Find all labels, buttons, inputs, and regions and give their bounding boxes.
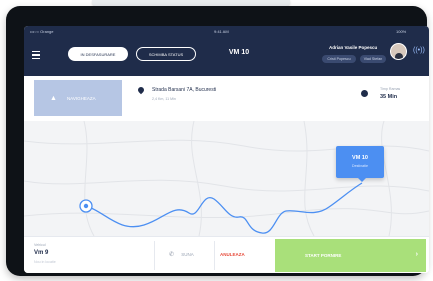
- call-button[interactable]: ✆ SUNA: [169, 251, 194, 258]
- header-bar: •••○○ Orange 9:41 AM 100% IN DESFASURARE…: [24, 26, 429, 76]
- location-pin-icon: [136, 85, 146, 95]
- distance-text: 2,4 Km, 11 Min: [152, 97, 176, 101]
- status-bar: •••○○ Orange 9:41 AM 100%: [24, 26, 429, 36]
- navigate-button[interactable]: ▲ NAVIGHEAZA: [34, 80, 122, 116]
- tablet-device: •••○○ Orange 9:41 AM 100% IN DESFASURARE…: [6, 6, 429, 276]
- bottom-bar: Vehicul Vm 9 Nou in locatie ✆ SUNA ANULE…: [24, 236, 429, 273]
- tab-in-progress[interactable]: IN DESFASURARE: [68, 47, 128, 61]
- marker-sub: Destinatie: [352, 164, 368, 168]
- page-title: VM 10: [228, 49, 250, 56]
- menu-icon[interactable]: [32, 51, 40, 59]
- wifi-icon: ((•)): [413, 47, 425, 54]
- cancel-button[interactable]: ANULEAZA: [220, 252, 245, 257]
- map-view[interactable]: [24, 121, 429, 236]
- call-label: SUNA: [181, 252, 194, 257]
- battery-text: 100%: [396, 29, 407, 34]
- start-label: START PORNIRE: [305, 253, 342, 258]
- navigation-arrow-icon: ▲: [50, 94, 57, 102]
- time-remaining-value: 35 Min: [380, 94, 398, 100]
- start-button[interactable]: START PORNIRE ›: [275, 239, 426, 272]
- phone-icon: ✆: [169, 252, 175, 258]
- vehicle-label: Vehicul: [34, 243, 46, 247]
- crew-chip: Cristi Popescu: [322, 55, 356, 63]
- map-roads: [24, 121, 429, 236]
- navigate-label: NAVIGHEAZA: [66, 95, 96, 101]
- tab-change-status[interactable]: SCHIMBA STATUS: [136, 47, 196, 61]
- divider: [214, 241, 215, 270]
- crew-chip: Vlad Stefan: [360, 55, 386, 63]
- user-name: Adrian Vasile Popescu: [329, 45, 378, 50]
- vehicle-value: Vm 9: [34, 250, 49, 256]
- app-screen: •••○○ Orange 9:41 AM 100% IN DESFASURARE…: [24, 26, 429, 273]
- status-time: 9:41 AM: [214, 29, 229, 34]
- route-line: [85, 182, 363, 234]
- destination-address: Strada Barsani 7A, Bucuresti: [152, 87, 217, 93]
- chevron-right-icon: ›: [415, 251, 418, 258]
- route-info: ▲ NAVIGHEAZA Strada Barsani 7A, Bucurest…: [24, 76, 429, 122]
- marker-title: VM 10: [352, 155, 368, 161]
- divider: [154, 241, 155, 270]
- vehicle-sub: Nou in locatie: [34, 260, 56, 264]
- time-remaining-label: Timp Ramas: [380, 87, 401, 91]
- clock-icon: [361, 90, 368, 97]
- avatar[interactable]: [390, 43, 407, 60]
- destination-marker[interactable]: VM 10 Destinatie: [336, 146, 384, 182]
- carrier-text: •••○○ Orange: [30, 29, 54, 34]
